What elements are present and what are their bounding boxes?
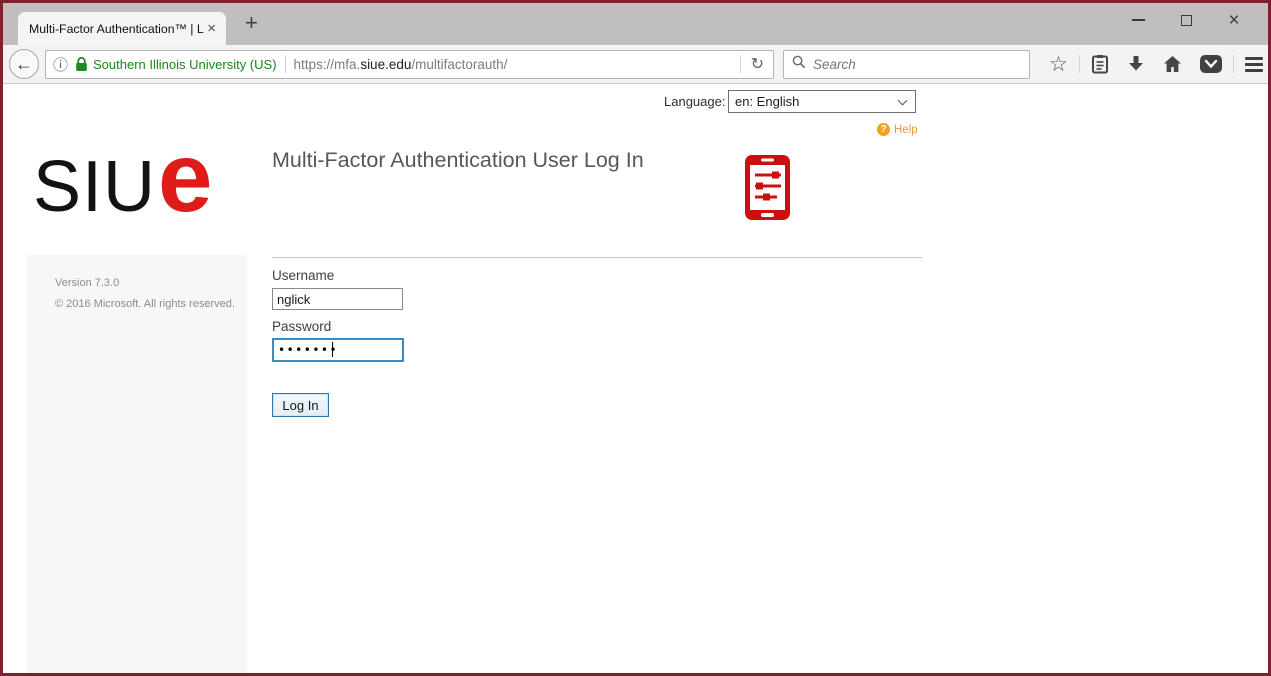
url-path: /multifactorauth/ (411, 56, 508, 72)
username-input[interactable] (272, 288, 403, 310)
page-content: Language: en: English ? Help SIUe Multi-… (3, 84, 1268, 673)
back-button[interactable]: ← (9, 49, 39, 79)
siue-logo: SIUe (33, 128, 213, 226)
minimize-icon (1131, 19, 1145, 21)
reload-button[interactable]: ↻ (749, 54, 766, 74)
version-label: Version 7.3.0 (55, 277, 120, 289)
bookmarks-clipboard-icon[interactable] (1091, 54, 1109, 74)
toolbar-divider-2 (1232, 55, 1234, 73)
help-label: Help (894, 123, 918, 136)
navigation-toolbar: ← ⓘ Southern Illinois University (US) ht… (3, 45, 1268, 84)
pocket-badge (1199, 55, 1222, 73)
new-tab-button[interactable]: + (239, 11, 264, 35)
help-link[interactable]: ? Help (877, 123, 918, 136)
sidebar: Version 7.3.0 © 2016 Microsoft. All righ… (27, 255, 247, 673)
pocket-icon[interactable] (1199, 55, 1222, 73)
form-divider (272, 257, 922, 258)
language-label: Language: (664, 94, 726, 109)
hamburger-bars (1244, 56, 1263, 72)
help-question-icon: ? (877, 123, 890, 136)
logo-e-text: e (158, 122, 213, 232)
password-input[interactable] (272, 338, 404, 362)
phone-settings-icon (744, 154, 791, 226)
logo-siu-text: SIU (33, 147, 157, 227)
maximize-icon (1180, 14, 1192, 26)
language-select[interactable]: en: English (728, 90, 916, 113)
info-icon[interactable]: ⓘ (53, 54, 68, 75)
password-field-wrapper (272, 338, 404, 362)
close-icon: × (1228, 9, 1240, 31)
url-domain: siue.edu (360, 56, 412, 72)
tab-title: Multi-Factor Authentication™ | L (29, 21, 204, 36)
tab-mfa[interactable]: Multi-Factor Authentication™ | L × (18, 12, 226, 45)
toolbar-icons: ☆ (1040, 54, 1268, 75)
window-controls: × (1126, 7, 1246, 33)
language-selected-value: en: English (735, 94, 800, 109)
maximize-button[interactable] (1174, 7, 1198, 33)
browser-window: Multi-Factor Authentication™ | L × + × ←… (0, 0, 1271, 676)
back-icon: ← (15, 53, 33, 74)
minimize-button[interactable] (1126, 7, 1150, 33)
search-icon (792, 55, 806, 74)
tab-bar: Multi-Factor Authentication™ | L × + × (3, 3, 1268, 45)
password-label: Password (272, 319, 332, 334)
login-button[interactable]: Log In (272, 393, 329, 417)
search-bar[interactable] (783, 49, 1030, 79)
bookmark-star-icon[interactable]: ☆ (1049, 54, 1068, 75)
toolbar-divider (1078, 55, 1080, 73)
text-caret (332, 342, 333, 357)
lock-icon (75, 56, 88, 72)
downloads-icon[interactable] (1127, 55, 1145, 73)
url-prefix: https://mfa. (293, 56, 361, 72)
close-button[interactable]: × (1222, 7, 1246, 33)
menu-icon[interactable] (1244, 56, 1263, 72)
copyright-label: © 2016 Microsoft. All rights reserved. (55, 298, 235, 310)
tab-close-icon[interactable]: × (204, 21, 219, 36)
urlbar-divider-2 (739, 55, 741, 73)
search-input[interactable] (813, 56, 1021, 72)
site-identity-label[interactable]: Southern Illinois University (US) (93, 57, 277, 72)
username-label: Username (272, 268, 335, 283)
page-title: Multi-Factor Authentication User Log In (272, 148, 644, 172)
url-bar[interactable]: ⓘ Southern Illinois University (US) http… (45, 49, 774, 79)
url-text[interactable]: https://mfa.siue.edu/multifactorauth/ (294, 57, 508, 72)
chevron-down-icon (897, 95, 908, 106)
home-icon[interactable] (1163, 55, 1182, 73)
urlbar-divider (284, 55, 286, 73)
